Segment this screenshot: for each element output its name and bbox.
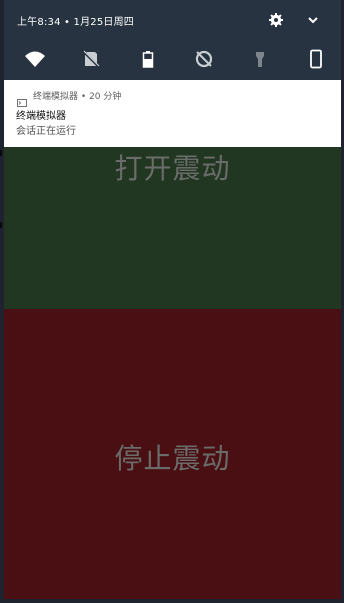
notification-card[interactable]: 终端模拟器 • 20 分钟 终端模拟器 会话正在运行 — [4, 80, 341, 147]
stop-vibration-label: 停止震动 — [114, 442, 231, 475]
notification-separator: • — [80, 92, 87, 102]
wifi-icon[interactable] — [24, 48, 46, 70]
screen: 上午8:34 • 1月25日周四 终端模拟器 • 20 分钟 终端模拟器 会话正… — [0, 0, 344, 603]
gear-icon[interactable] — [268, 12, 284, 28]
status-time-date: 上午8:34 • 1月25日周四 — [17, 17, 134, 28]
notification-shade: 上午8:34 • 1月25日周四 — [4, 0, 341, 80]
battery-icon[interactable] — [137, 48, 159, 70]
no-sim-icon[interactable] — [80, 48, 102, 70]
stop-vibration-button[interactable]: 停止震动 — [4, 309, 341, 599]
notification-title: 终端模拟器 — [16, 111, 66, 122]
edge-mark — [0, 150, 2, 156]
quick-settings-row — [8, 44, 344, 74]
notification-body: 会话正在运行 — [16, 126, 76, 137]
terminal-icon — [17, 92, 27, 107]
flashlight-icon[interactable] — [249, 48, 271, 70]
phone-icon[interactable] — [305, 48, 327, 70]
notification-app-name: 终端模拟器 — [33, 92, 79, 102]
notification-header: 终端模拟器 • 20 分钟 — [33, 89, 121, 102]
data-saver-off-icon[interactable] — [193, 48, 215, 70]
start-vibration-button[interactable]: 打开震动 — [4, 147, 341, 309]
edge-mark — [0, 222, 2, 228]
chevron-down-icon[interactable] — [305, 12, 321, 28]
notification-time: 20 分钟 — [89, 92, 122, 102]
start-vibration-label: 打开震动 — [114, 152, 231, 185]
